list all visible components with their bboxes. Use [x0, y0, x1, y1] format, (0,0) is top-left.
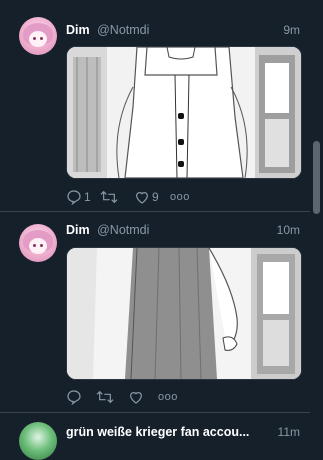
tweet-header: Dim @Notmdi 10m [66, 223, 300, 241]
retweet-icon [100, 190, 118, 204]
tweet-item[interactable]: grün weiße krieger fan accou... 11m [0, 413, 310, 460]
retweet-button[interactable] [96, 387, 116, 407]
avatar[interactable] [19, 422, 57, 460]
scrollbar-thumb[interactable] [313, 141, 320, 214]
more-button[interactable]: ooo [158, 387, 178, 407]
tweet-header: grün weiße krieger fan accou... 11m [66, 425, 300, 443]
more-button[interactable]: ooo [170, 187, 190, 207]
more-icon: ooo [170, 191, 190, 203]
retweet-button[interactable] [100, 187, 120, 207]
tweet-actions: 1 9 ooo [66, 187, 266, 207]
user-handle[interactable]: @Notmdi [97, 223, 149, 237]
avatar[interactable] [19, 224, 57, 262]
tweet-media-image[interactable] [66, 247, 302, 380]
user-handle[interactable]: @Notmdi [97, 23, 149, 37]
display-name[interactable]: Dim [66, 23, 90, 37]
tweet-header: Dim @Notmdi 9m [66, 23, 300, 41]
more-icon: ooo [158, 391, 178, 403]
tweet-timestamp[interactable]: 9m [283, 23, 300, 37]
display-name[interactable]: Dim [66, 223, 90, 237]
like-count: 9 [152, 190, 159, 204]
tweet-item[interactable]: Dim @Notmdi 9m 1 9 ooo [0, 0, 310, 212]
scrollbar-track[interactable] [310, 0, 323, 438]
reply-icon [67, 390, 81, 405]
tweet-media-image[interactable] [66, 46, 302, 179]
heart-icon [130, 392, 142, 404]
tweet-timestamp[interactable]: 11m [278, 425, 300, 439]
avatar[interactable] [19, 17, 57, 55]
tweet-item[interactable]: Dim @Notmdi 10m ooo [0, 212, 310, 413]
like-button[interactable]: 9 [134, 187, 159, 207]
tweet-actions: ooo [66, 387, 266, 407]
tweet-timestamp[interactable]: 10m [277, 223, 300, 237]
reply-button[interactable] [66, 387, 84, 407]
like-button[interactable] [128, 387, 146, 407]
retweet-icon [96, 390, 114, 404]
heart-icon [136, 192, 148, 204]
timeline-feed: Dim @Notmdi 9m 1 9 ooo Dim @Notmdi 10m o… [0, 0, 310, 460]
reply-icon [67, 190, 81, 205]
reply-count: 1 [84, 190, 91, 204]
reply-button[interactable]: 1 [66, 187, 91, 207]
display-name[interactable]: grün weiße krieger fan accou... [66, 425, 249, 439]
